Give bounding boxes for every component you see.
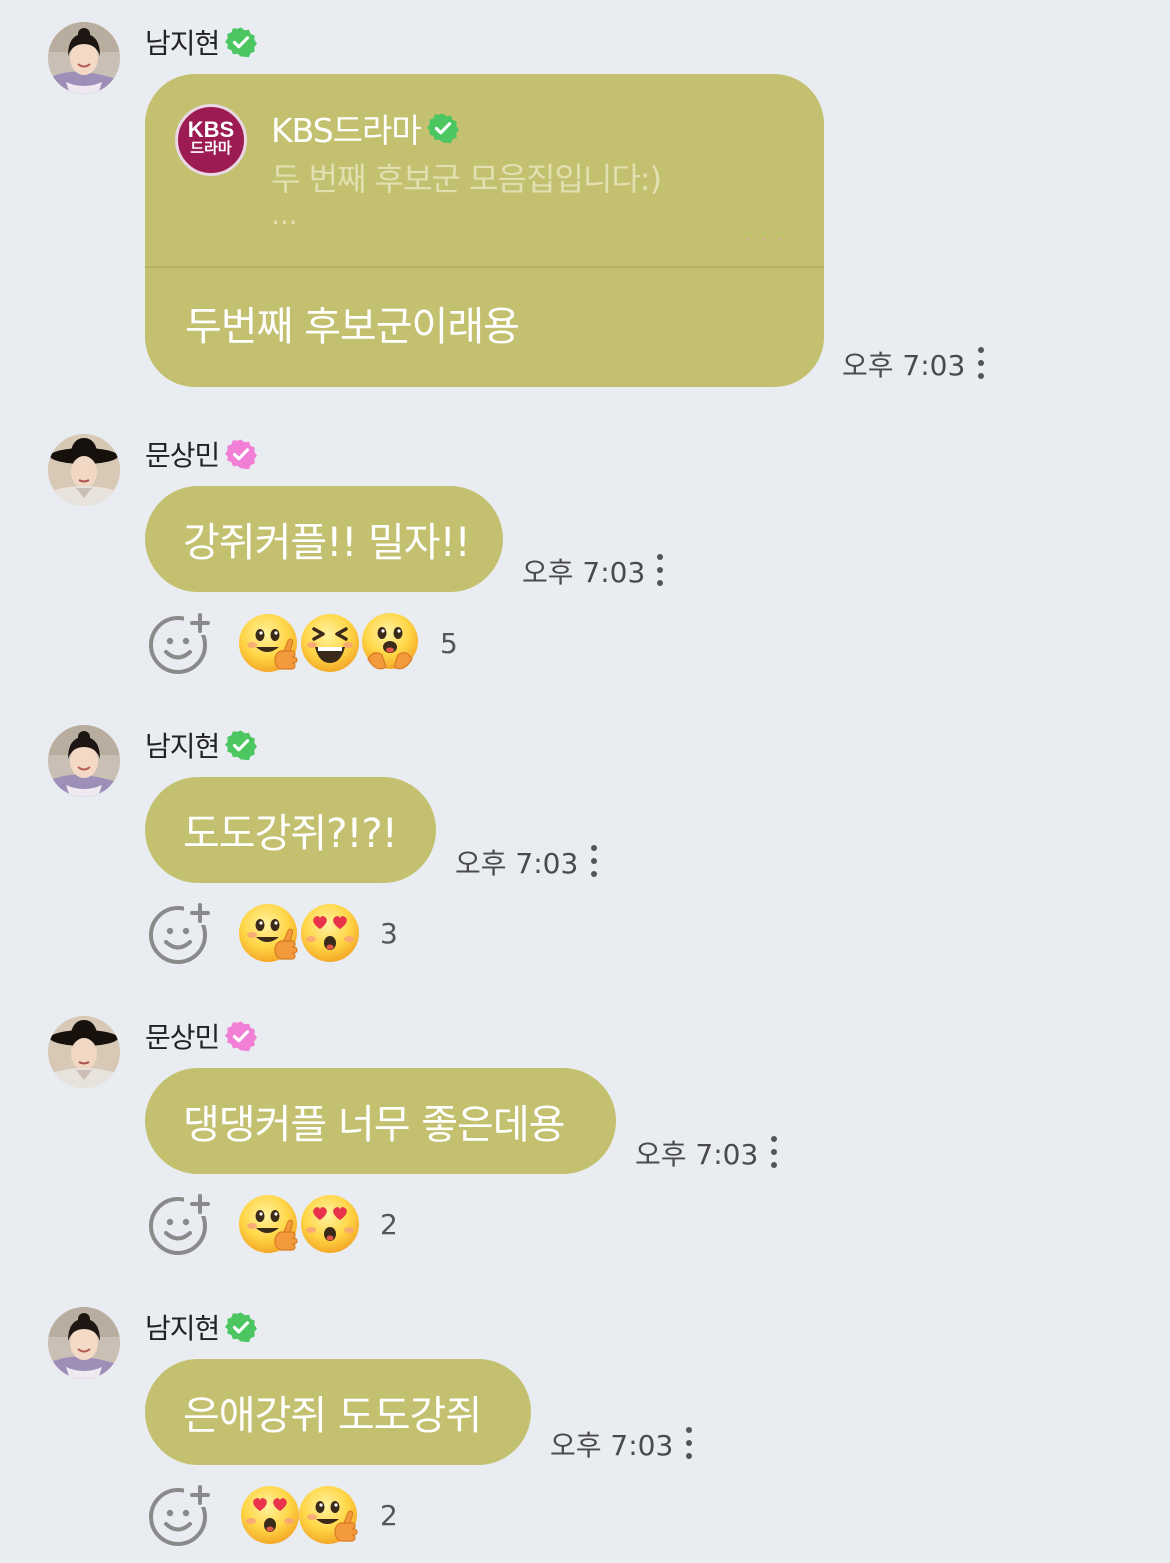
- reaction-row: 2: [148, 1483, 398, 1547]
- sender-row: 남지현: [145, 1309, 257, 1345]
- quoted-author-row: KBS드라마: [271, 104, 459, 152]
- more-options-icon[interactable]: [771, 1136, 777, 1168]
- sender-name[interactable]: 문상민: [145, 434, 220, 474]
- sender-name[interactable]: 남지현: [145, 1307, 220, 1347]
- reaction-emojis[interactable]: [238, 901, 358, 965]
- reaction-count[interactable]: 5: [440, 627, 458, 660]
- message-bubble[interactable]: 도도강쥐?!?!: [145, 777, 436, 883]
- divider: [145, 266, 824, 268]
- reaction-emojis[interactable]: [238, 1483, 358, 1547]
- reaction-count[interactable]: 2: [380, 1208, 398, 1241]
- heart-eyes-emoji-icon: [298, 1192, 362, 1256]
- reaction-count[interactable]: 3: [380, 917, 398, 950]
- avatar[interactable]: [48, 725, 120, 797]
- message-text: 강쥐커플!! 밀자!!: [183, 520, 471, 566]
- avatar[interactable]: [48, 434, 120, 506]
- reaction-emojis[interactable]: [238, 1192, 358, 1256]
- excited-emoji-icon: [358, 611, 422, 675]
- laughing-emoji-icon: [298, 611, 362, 675]
- quoted-post[interactable]: KBS 드라마 KBS드라마 두 번째 후보군 모음집입니다:) ... · ·…: [145, 74, 824, 266]
- sender-name[interactable]: 남지현: [145, 22, 220, 62]
- message-text: 두번째 후보군이래용: [185, 304, 520, 350]
- timestamp: 오후 7:03: [550, 1429, 674, 1462]
- reaction-row: 5: [148, 611, 458, 675]
- add-reaction-icon[interactable]: [148, 901, 212, 965]
- sender-row: 남지현: [145, 727, 257, 763]
- verified-badge-icon: [225, 438, 257, 470]
- more-options-icon[interactable]: [978, 347, 984, 379]
- more-options-icon[interactable]: [657, 554, 663, 586]
- sender-row: 문상민: [145, 1018, 257, 1054]
- avatar[interactable]: [48, 1016, 120, 1088]
- message-bubble[interactable]: 댕댕커플 너무 좋은데용: [145, 1068, 616, 1174]
- message-text: 댕댕커플 너무 좋은데용: [183, 1102, 565, 1148]
- quoted-image-dots: · · ·: [745, 232, 788, 248]
- thumbs-up-emoji-icon: [238, 611, 302, 675]
- message-text: 은애강쥐 도도강쥐: [183, 1393, 482, 1439]
- message-text: 도도강쥐?!?!: [183, 811, 398, 857]
- kbs-drama-logo: KBS 드라마: [175, 104, 247, 176]
- message-bubble[interactable]: 은애강쥐 도도강쥐: [145, 1359, 531, 1465]
- avatar[interactable]: [48, 1307, 120, 1379]
- thumbs-up-emoji-icon: [238, 901, 302, 965]
- quoted-author: KBS드라마: [271, 111, 422, 150]
- sender-name[interactable]: 문상민: [145, 1016, 220, 1056]
- heart-eyes-emoji-icon: [238, 1483, 302, 1547]
- sender-name[interactable]: 남지현: [145, 725, 220, 765]
- add-reaction-icon[interactable]: [148, 611, 212, 675]
- sender-row: 남지현: [145, 24, 257, 60]
- avatar[interactable]: [48, 22, 120, 94]
- reaction-row: 2: [148, 1192, 398, 1256]
- timestamp: 오후 7:03: [522, 556, 646, 589]
- verified-badge-icon: [225, 1311, 257, 1343]
- add-reaction-icon[interactable]: [148, 1483, 212, 1547]
- more-options-icon[interactable]: [686, 1427, 692, 1459]
- verified-badge-icon: [225, 729, 257, 761]
- verified-badge-icon: [427, 112, 459, 144]
- reaction-row: 3: [148, 901, 398, 965]
- sender-row: 문상민: [145, 436, 257, 472]
- heart-eyes-emoji-icon: [298, 901, 362, 965]
- timestamp: 오후 7:03: [635, 1138, 759, 1171]
- quoted-preview-text: 두 번째 후보군 모음집입니다:): [271, 160, 662, 198]
- thumbs-up-emoji-icon: [238, 1192, 302, 1256]
- reaction-count[interactable]: 2: [380, 1499, 398, 1532]
- reaction-emojis[interactable]: [238, 611, 418, 675]
- more-options-icon[interactable]: [591, 845, 597, 877]
- thumbs-up-emoji-icon: [298, 1483, 362, 1547]
- verified-badge-icon: [225, 1020, 257, 1052]
- quoted-post-bubble[interactable]: KBS 드라마 KBS드라마 두 번째 후보군 모음집입니다:) ... · ·…: [145, 74, 824, 387]
- message-bubble[interactable]: 강쥐커플!! 밀자!!: [145, 486, 503, 592]
- quoted-ellipsis: ...: [271, 198, 298, 231]
- timestamp: 오후 7:03: [842, 349, 966, 382]
- timestamp: 오후 7:03: [455, 847, 579, 880]
- verified-badge-icon: [225, 26, 257, 58]
- add-reaction-icon[interactable]: [148, 1192, 212, 1256]
